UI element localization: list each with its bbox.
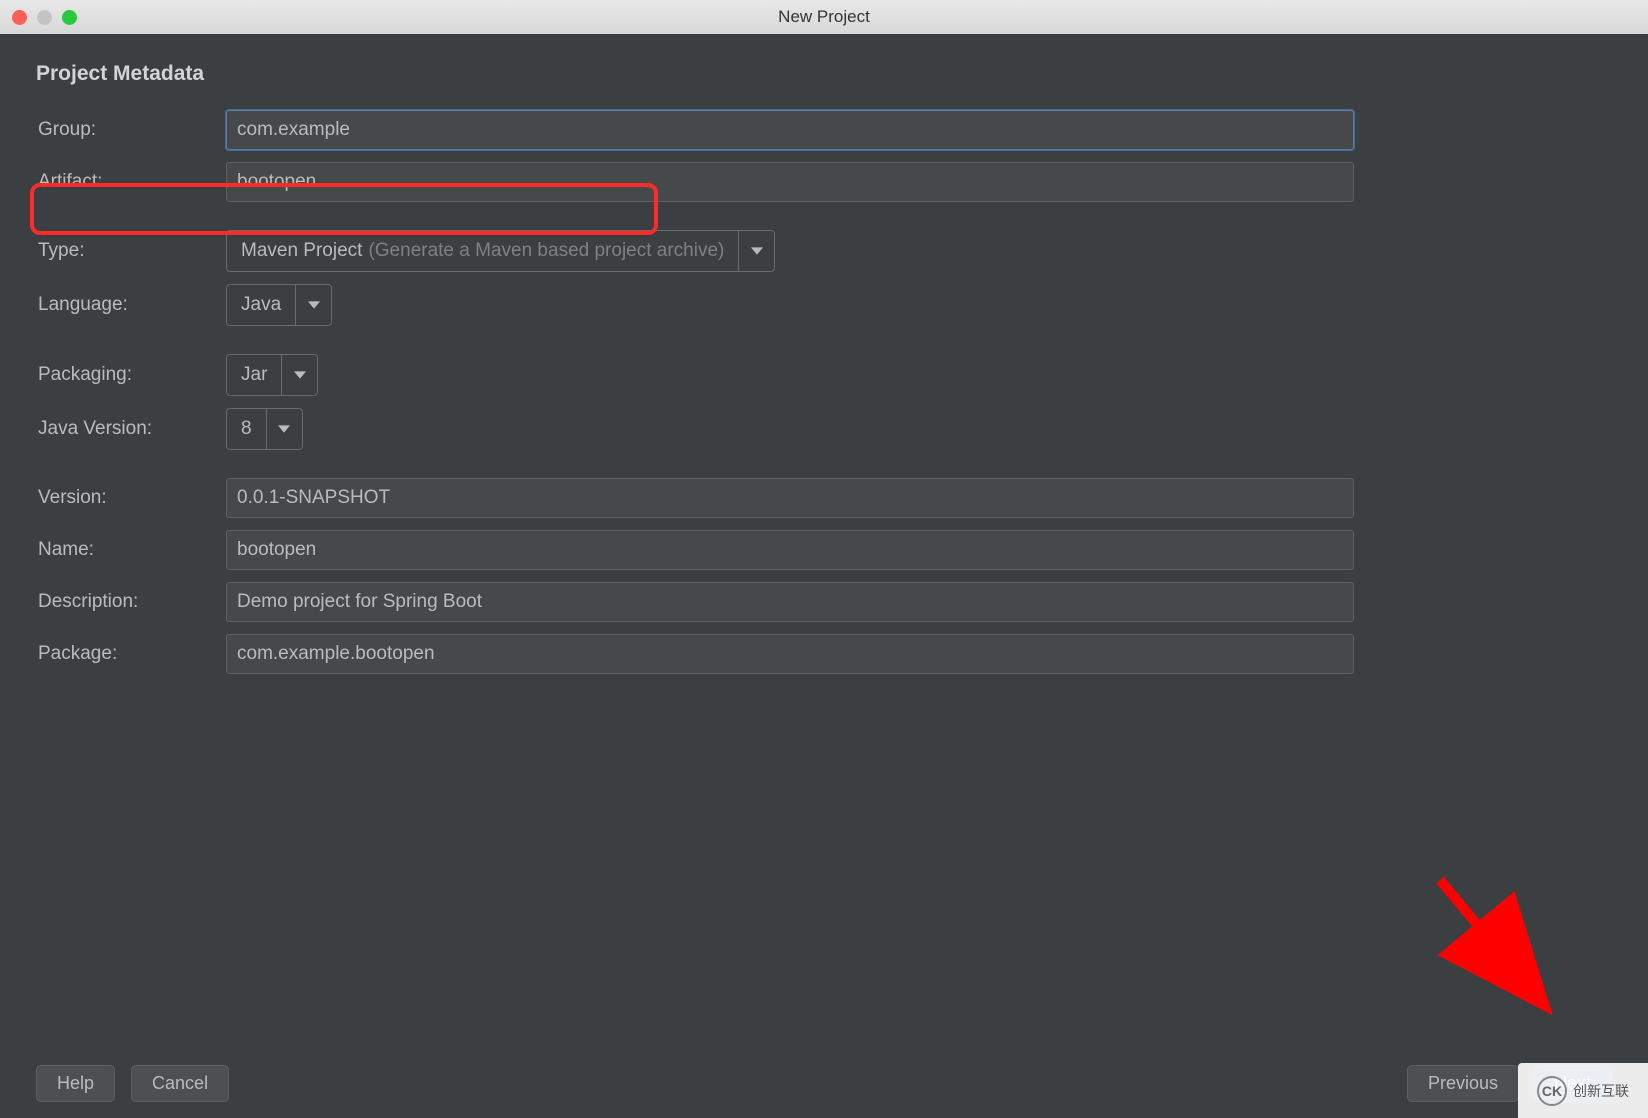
previous-button[interactable]: Previous xyxy=(1407,1065,1519,1102)
language-dropdown-button[interactable] xyxy=(295,285,331,325)
language-value: Java xyxy=(227,285,295,325)
label-group: Group: xyxy=(36,119,226,141)
chevron-down-icon xyxy=(308,301,320,309)
package-input[interactable] xyxy=(226,634,1354,674)
packaging-dropdown-button[interactable] xyxy=(281,355,317,395)
java-version-value: 8 xyxy=(227,409,266,449)
name-input[interactable] xyxy=(226,530,1354,570)
type-value: Maven Project (Generate a Maven based pr… xyxy=(227,231,738,271)
type-hint: (Generate a Maven based project archive) xyxy=(368,240,724,262)
row-package: Package: xyxy=(36,634,1612,674)
chevron-down-icon xyxy=(294,371,306,379)
chevron-down-icon xyxy=(751,247,763,255)
label-artifact: Artifact: xyxy=(36,171,226,193)
java-version-combo[interactable]: 8 xyxy=(226,408,303,450)
artifact-input[interactable] xyxy=(226,162,1354,202)
label-type: Type: xyxy=(36,240,226,262)
watermark-text: 创新互联 xyxy=(1573,1081,1629,1101)
row-type: Type: Maven Project (Generate a Maven ba… xyxy=(36,230,1612,272)
help-button[interactable]: Help xyxy=(36,1065,115,1102)
label-version: Version: xyxy=(36,487,226,509)
label-description: Description: xyxy=(36,591,226,613)
maximize-window-button[interactable] xyxy=(62,10,77,25)
group-input[interactable] xyxy=(226,110,1354,150)
dialog-footer: Help Cancel Previous Next xyxy=(0,1048,1648,1118)
description-input[interactable] xyxy=(226,582,1354,622)
row-description: Description: xyxy=(36,582,1612,622)
cancel-button[interactable]: Cancel xyxy=(131,1065,229,1102)
row-artifact: Artifact: xyxy=(36,162,1612,202)
label-name: Name: xyxy=(36,539,226,561)
chevron-down-icon xyxy=(278,425,290,433)
row-packaging: Packaging: Jar xyxy=(36,354,1612,396)
type-dropdown-button[interactable] xyxy=(738,231,774,271)
close-window-button[interactable] xyxy=(12,10,27,25)
packaging-value: Jar xyxy=(227,355,281,395)
watermark: CK 创新互联 xyxy=(1518,1063,1648,1118)
window-title: New Project xyxy=(778,7,870,27)
titlebar: New Project xyxy=(0,0,1648,34)
row-language: Language: Java xyxy=(36,284,1612,326)
label-packaging: Packaging: xyxy=(36,364,226,386)
row-java-version: Java Version: 8 xyxy=(36,408,1612,450)
footer-left: Help Cancel xyxy=(36,1065,229,1102)
version-input[interactable] xyxy=(226,478,1354,518)
label-language: Language: xyxy=(36,294,226,316)
dialog-content: Project Metadata Group: Artifact: Type: … xyxy=(0,34,1648,1048)
watermark-logo: CK xyxy=(1537,1076,1567,1106)
row-group: Group: xyxy=(36,110,1612,150)
type-combo[interactable]: Maven Project (Generate a Maven based pr… xyxy=(226,230,775,272)
traffic-lights xyxy=(12,10,77,25)
label-java-version: Java Version: xyxy=(36,418,226,440)
type-selected: Maven Project xyxy=(241,240,362,262)
section-title: Project Metadata xyxy=(36,62,1612,86)
java-version-dropdown-button[interactable] xyxy=(266,409,302,449)
language-combo[interactable]: Java xyxy=(226,284,332,326)
packaging-combo[interactable]: Jar xyxy=(226,354,318,396)
row-version: Version: xyxy=(36,478,1612,518)
label-package: Package: xyxy=(36,643,226,665)
minimize-window-button xyxy=(37,10,52,25)
row-name: Name: xyxy=(36,530,1612,570)
